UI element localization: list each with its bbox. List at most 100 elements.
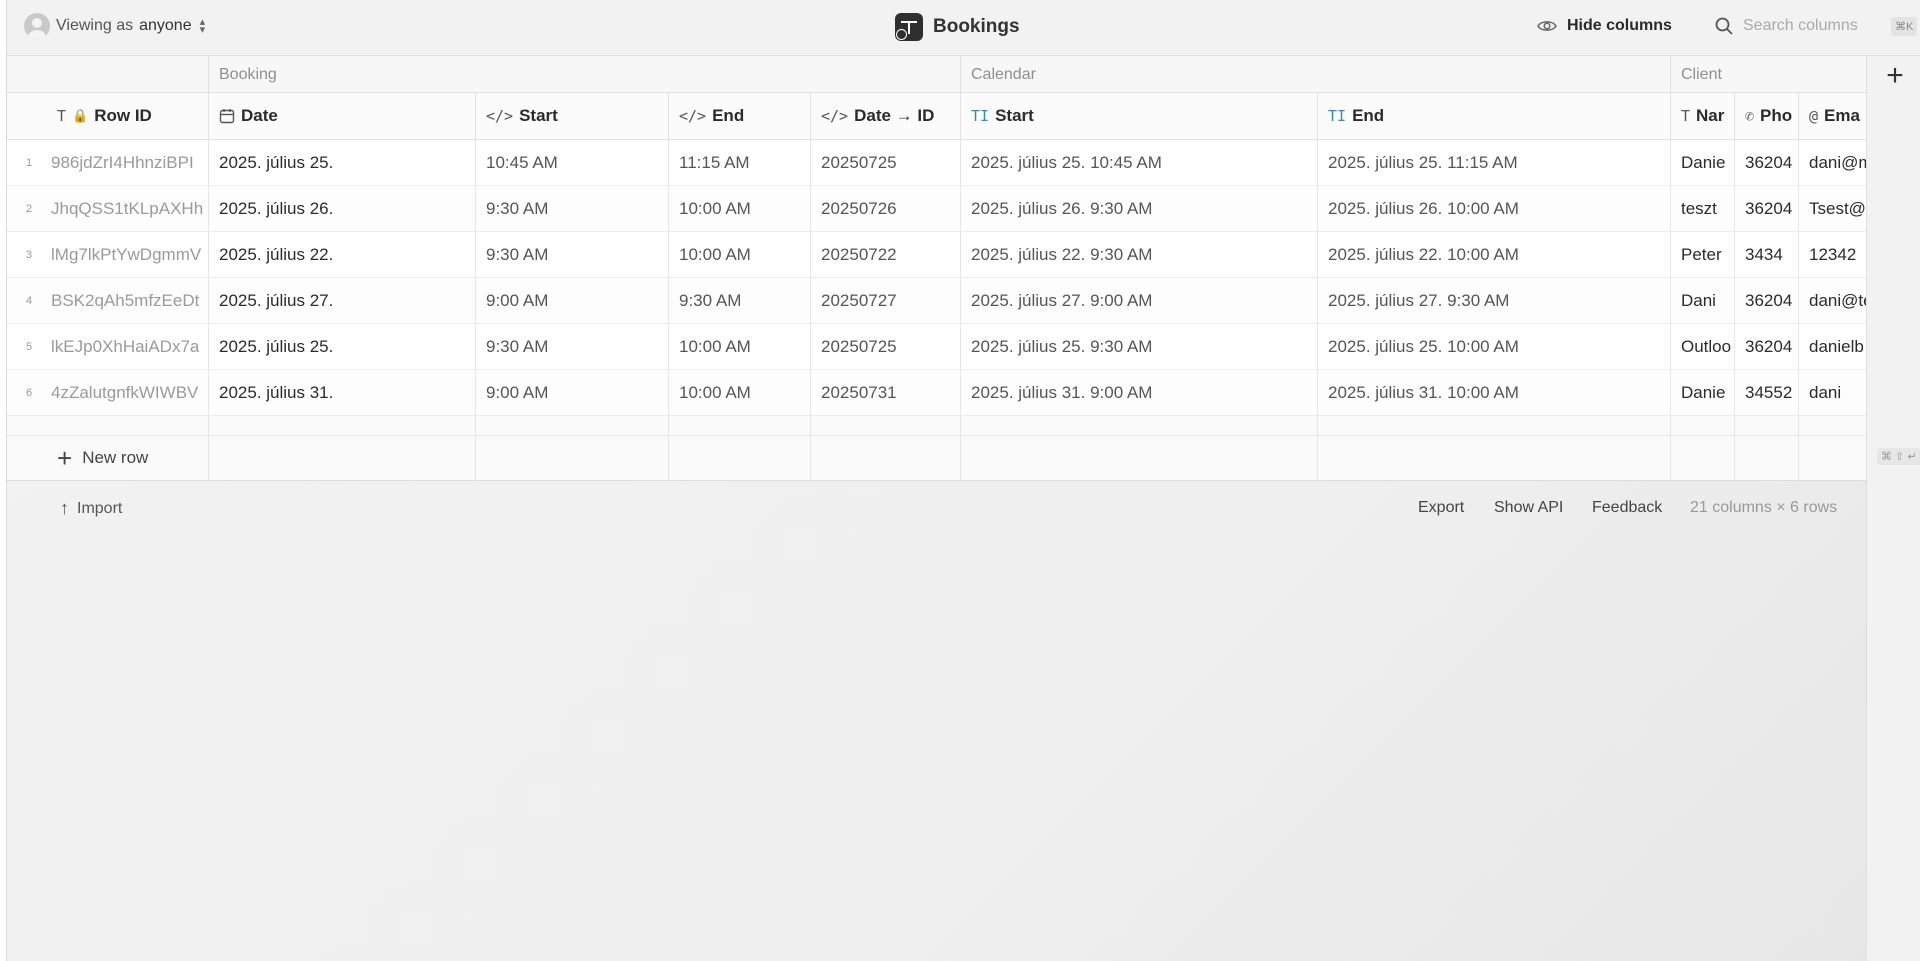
client-email-cell[interactable]: Tsest@ [1799, 186, 1867, 231]
row-id-cell[interactable]: 1 986jdZrI4HhnziBPI [7, 140, 209, 185]
text-cursor-icon: TI [971, 107, 990, 125]
calendar-end-cell[interactable]: 2025. július 25. 11:15 AM [1318, 140, 1671, 185]
table-row[interactable]: 3 lMg7lkPtYwDgmmV 2025. július 22. 9:30 AM 1… [7, 232, 1867, 278]
date-cell[interactable]: 2025. július 27. [209, 278, 476, 323]
end-cell[interactable]: 10:00 AM [669, 186, 811, 231]
end-cell[interactable]: 11:15 AM [669, 140, 811, 185]
group-header-booking: Booking [209, 56, 961, 93]
date-cell[interactable]: 2025. július 31. [209, 370, 476, 415]
start-cell[interactable]: 10:45 AM [476, 140, 669, 185]
text-icon: T [57, 107, 67, 125]
new-row-button[interactable]: + New row [7, 436, 208, 480]
search-icon [1715, 17, 1733, 35]
table-row[interactable]: 1 986jdZrI4HhnziBPI 2025. július 25. 10:45 … [7, 140, 1867, 186]
search-columns-input[interactable] [1743, 17, 1881, 35]
client-phone-cell[interactable]: 36204 [1735, 278, 1799, 323]
group-header-calendar: Calendar [961, 56, 1671, 93]
start-cell[interactable]: 9:30 AM [476, 232, 669, 277]
calendar-start-cell[interactable]: 2025. július 27. 9:00 AM [961, 278, 1318, 323]
end-cell[interactable]: 9:30 AM [669, 278, 811, 323]
date-id-cell[interactable]: 20250726 [811, 186, 961, 231]
show-api-button[interactable]: Show API [1494, 499, 1563, 517]
start-cell[interactable]: 9:00 AM [476, 370, 669, 415]
import-button[interactable]: ↑ Import [60, 498, 122, 519]
calendar-start-cell[interactable]: 2025. július 22. 9:30 AM [961, 232, 1318, 277]
date-cell[interactable]: 2025. július 22. [209, 232, 476, 277]
start-cell[interactable]: 9:30 AM [476, 324, 669, 369]
calendar-end-cell[interactable]: 2025. július 26. 10:00 AM [1318, 186, 1671, 231]
row-number: 6 [25, 386, 33, 399]
calendar-end-cell[interactable]: 2025. július 25. 10:00 AM [1318, 324, 1671, 369]
calendar-end-cell[interactable]: 2025. július 31. 10:00 AM [1318, 370, 1671, 415]
client-phone-cell[interactable]: 34552 [1735, 370, 1799, 415]
row-id-cell[interactable]: 6 4zZalutgnfkWIWBV [7, 370, 209, 415]
client-name-cell[interactable]: Danie [1671, 370, 1735, 415]
table-row[interactable]: 2 JhqQSS1tKLpAXHh 2025. július 26. 9:30 AM 1… [7, 186, 1867, 232]
search-columns: ⌘K [1715, 12, 1918, 40]
end-cell[interactable]: 10:00 AM [669, 232, 811, 277]
column-header-email[interactable]: @ Ema [1799, 93, 1867, 139]
table-row[interactable]: 4 BSK2qAh5mfzEeDt 2025. július 27. 9:00 AM 9… [7, 278, 1867, 324]
column-header-date[interactable]: Date [209, 93, 476, 139]
column-header-start[interactable]: </> Start [476, 93, 669, 139]
empty-cell [1799, 436, 1867, 480]
date-cell[interactable]: 2025. július 25. [209, 324, 476, 369]
code-icon: </> [486, 107, 514, 125]
end-cell[interactable]: 10:00 AM [669, 324, 811, 369]
row-id-cell[interactable]: 5 lkEJp0XhHaiADx7a [7, 324, 209, 369]
client-email-cell[interactable]: 12342 [1799, 232, 1867, 277]
date-id-cell[interactable]: 20250725 [811, 140, 961, 185]
start-cell[interactable]: 9:30 AM [476, 186, 669, 231]
client-email-cell[interactable]: dani@te [1799, 278, 1867, 323]
column-label: Date → ID [854, 106, 935, 125]
date-id-cell[interactable]: 20250722 [811, 232, 961, 277]
hide-columns-button[interactable]: Hide columns [1537, 12, 1672, 40]
end-cell[interactable]: 10:00 AM [669, 370, 811, 415]
client-name-cell[interactable]: Outloo [1671, 324, 1735, 369]
client-phone-cell[interactable]: 36204 [1735, 186, 1799, 231]
table-row[interactable]: 6 4zZalutgnfkWIWBV 2025. július 31. 9:00 AM… [7, 370, 1867, 416]
client-email-cell[interactable]: dani@m [1799, 140, 1867, 185]
search-shortcut-badge: ⌘K [1891, 16, 1918, 36]
date-id-cell[interactable]: 20250731 [811, 370, 961, 415]
row-id-cell[interactable]: 4 BSK2qAh5mfzEeDt [7, 278, 209, 323]
date-cell[interactable]: 2025. július 26. [209, 186, 476, 231]
column-header-calendar-start[interactable]: TI Start [961, 93, 1318, 139]
viewing-as-selector[interactable]: Viewing as anyone ▴ ▾ [24, 12, 205, 40]
calendar-start-cell[interactable]: 2025. július 25. 9:30 AM [961, 324, 1318, 369]
calendar-start-cell[interactable]: 2025. július 25. 10:45 AM [961, 140, 1318, 185]
add-column-button[interactable]: + [1882, 61, 1908, 91]
client-email-cell[interactable]: dani [1799, 370, 1867, 415]
start-cell[interactable]: 9:00 AM [476, 278, 669, 323]
column-header-row: T 🔒 Row ID Date </> Start </> End </> Da… [7, 93, 1867, 140]
calendar-end-cell[interactable]: 2025. július 22. 10:00 AM [1318, 232, 1671, 277]
column-header-name[interactable]: T Nar [1671, 93, 1735, 139]
new-row-shortcut-badge: ⌘ ⇧ ↵ [1877, 448, 1920, 465]
client-phone-cell[interactable]: 36204 [1735, 140, 1799, 185]
calendar-end-cell[interactable]: 2025. július 27. 9:30 AM [1318, 278, 1671, 323]
feedback-button[interactable]: Feedback [1592, 499, 1662, 517]
row-id: lkEJp0XhHaiADx7a [51, 336, 200, 356]
column-header-calendar-end[interactable]: TI End [1318, 93, 1671, 139]
export-button[interactable]: Export [1418, 499, 1464, 517]
date-id-cell[interactable]: 20250727 [811, 278, 961, 323]
column-header-date-id[interactable]: </> Date → ID [811, 93, 961, 139]
client-phone-cell[interactable]: 36204 [1735, 324, 1799, 369]
client-phone-cell[interactable]: 3434 [1735, 232, 1799, 277]
client-name-cell[interactable]: Danie [1671, 140, 1735, 185]
column-header-end[interactable]: </> End [669, 93, 811, 139]
column-header-phone[interactable]: ✆ Pho [1735, 93, 1799, 139]
calendar-start-cell[interactable]: 2025. július 31. 9:00 AM [961, 370, 1318, 415]
client-name-cell[interactable]: Peter [1671, 232, 1735, 277]
date-id-cell[interactable]: 20250725 [811, 324, 961, 369]
column-header-row-id[interactable]: T 🔒 Row ID [7, 93, 209, 139]
date-cell[interactable]: 2025. július 25. [209, 140, 476, 185]
table-row[interactable]: 5 lkEJp0XhHaiADx7a 2025. július 25. 9:30 AM… [7, 324, 1867, 370]
row-id-cell[interactable]: 2 JhqQSS1tKLpAXHh [7, 186, 209, 231]
row-id-cell[interactable]: 3 lMg7lkPtYwDgmmV [7, 232, 209, 277]
client-name-cell[interactable]: Dani [1671, 278, 1735, 323]
client-email-cell[interactable]: danielb [1799, 324, 1867, 369]
calendar-start-cell[interactable]: 2025. július 26. 9:30 AM [961, 186, 1318, 231]
text-icon: T [1681, 107, 1691, 125]
client-name-cell[interactable]: teszt [1671, 186, 1735, 231]
